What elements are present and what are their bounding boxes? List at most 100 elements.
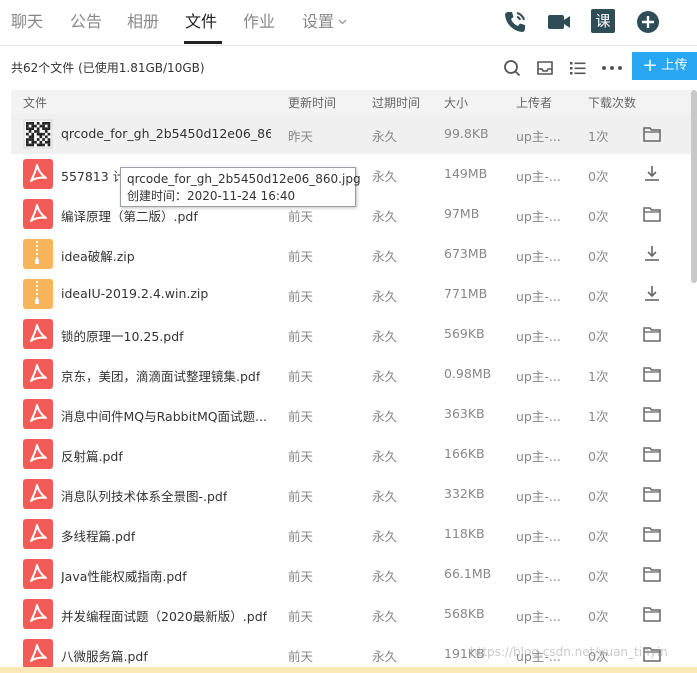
file-expires: 永久 (372, 289, 398, 304)
file-download-count: 0次 (588, 289, 609, 304)
file-updated: 前天 (288, 289, 314, 304)
file-name: 锁的原理一10.25.pdf (61, 329, 184, 344)
phone-icon[interactable] (502, 9, 528, 35)
storage-summary: 共62个文件 (已使用1.81GB/10GB) (11, 61, 205, 75)
pdf-file-icon (23, 479, 53, 509)
file-updated: 前天 (288, 489, 314, 504)
pdf-file-icon (23, 559, 53, 589)
tab-album[interactable]: 相册 (127, 11, 159, 33)
file-name: 并发编程面试题（2020最新版）.pdf (61, 609, 268, 624)
file-row[interactable]: ideaIU-2019.2.4.win.zip 前天 永久 771MB up主-... 0… (11, 274, 691, 314)
folder-icon[interactable] (642, 405, 662, 423)
file-row[interactable]: 消息队列技术体系全景图-.pdf 前天 永久 332KB up主-... 0次 (11, 474, 691, 514)
search-icon[interactable] (502, 58, 522, 78)
pdf-file-icon (23, 439, 53, 469)
zip-file-icon (23, 279, 53, 309)
file-row[interactable]: qrcode_for_gh_2b5450d12e06_86... 昨天 永久 99.8… (11, 114, 691, 154)
file-uploader: up主-... (516, 249, 561, 264)
download-icon[interactable] (642, 285, 662, 303)
file-updated: 前天 (288, 249, 314, 264)
tab-homework[interactable]: 作业 (243, 11, 275, 33)
file-download-count: 1次 (588, 129, 609, 144)
add-icon[interactable] (635, 9, 661, 35)
file-uploader: up主-... (516, 449, 561, 464)
pdf-file-icon (23, 359, 53, 389)
file-row[interactable]: 消息中间件MQ与RabbitMQ面试题... 前天 永久 363KB up主-... 1次 (11, 394, 691, 434)
folder-icon[interactable] (642, 605, 662, 623)
file-row[interactable]: 并发编程面试题（2020最新版）.pdf 前天 永久 568KB up主-... 0次 (11, 594, 691, 634)
file-uploader: up主-... (516, 289, 561, 304)
folder-icon[interactable] (642, 565, 662, 583)
download-icon[interactable] (642, 245, 662, 263)
tab-settings[interactable]: 设置 (302, 11, 347, 33)
file-size: 149MB (444, 166, 488, 181)
course-icon[interactable]: 课 (591, 9, 615, 33)
tab-files[interactable]: 文件 (185, 11, 217, 33)
file-size: 568KB (444, 606, 485, 621)
pdf-file-icon (23, 199, 53, 229)
file-row[interactable]: 京东，美团，滴滴面试整理镜集.pdf 前天 永久 0.98MB up主-... 1次 (11, 354, 691, 394)
file-updated: 昨天 (288, 129, 314, 144)
list-view-icon[interactable] (568, 58, 588, 78)
file-expires: 永久 (372, 609, 398, 624)
folder-icon[interactable] (642, 485, 662, 503)
top-tab-bar: 聊天 公告 相册 文件 作业 设置 课 (0, 0, 697, 46)
folder-icon[interactable] (642, 125, 662, 143)
folder-icon[interactable] (642, 445, 662, 463)
inbox-icon[interactable] (535, 58, 555, 78)
file-size: 66.1MB (444, 566, 492, 581)
file-download-count: 0次 (588, 329, 609, 344)
upload-button[interactable]: + 上传 (632, 52, 697, 80)
file-size: 673MB (444, 246, 488, 261)
file-name: 编译原理（第二版）.pdf (61, 209, 198, 224)
folder-icon[interactable] (642, 325, 662, 343)
tooltip-filename: qrcode_for_gh_2b5450d12e06_860.jpg (127, 172, 361, 186)
file-download-count: 1次 (588, 409, 609, 424)
file-expires: 永久 (372, 369, 398, 384)
file-toolbar: 共62个文件 (已使用1.81GB/10GB) + 上传 (0, 46, 697, 90)
file-expires: 永久 (372, 329, 398, 344)
pdf-file-icon (23, 159, 53, 189)
folder-icon[interactable] (642, 365, 662, 383)
more-icon[interactable] (601, 58, 623, 78)
tab-announcement[interactable]: 公告 (70, 11, 102, 33)
file-uploader: up主-... (516, 489, 561, 504)
file-row[interactable]: Java性能权威指南.pdf 前天 永久 66.1MB up主-... 0次 (11, 554, 691, 594)
download-icon[interactable] (642, 165, 662, 183)
col-header-name[interactable]: 文件 (23, 94, 47, 111)
file-expires: 永久 (372, 449, 398, 464)
col-header-downloads[interactable]: 下载次数 (588, 94, 636, 111)
tab-chat[interactable]: 聊天 (11, 11, 43, 33)
file-name: idea破解.zip (61, 249, 135, 264)
file-updated: 前天 (288, 569, 314, 584)
file-row[interactable]: idea破解.zip 前天 永久 673MB up主-... 0次 (11, 234, 691, 274)
file-expires: 永久 (372, 529, 398, 544)
file-uploader: up主-... (516, 569, 561, 584)
file-row[interactable]: 锁的原理一10.25.pdf 前天 永久 569KB up主-... 0次 (11, 314, 691, 354)
file-name: 八微服务篇.pdf (61, 649, 148, 664)
folder-icon[interactable] (642, 205, 662, 223)
file-size: 771MB (444, 286, 488, 301)
file-row[interactable]: 反射篇.pdf 前天 永久 166KB up主-... 0次 (11, 434, 691, 474)
folder-icon[interactable] (642, 525, 662, 543)
file-updated: 前天 (288, 649, 314, 664)
video-icon[interactable] (546, 9, 572, 35)
file-name: 多线程篇.pdf (61, 529, 136, 544)
col-header-uploader[interactable]: 上传者 (516, 94, 552, 111)
file-updated: 前天 (288, 529, 314, 544)
file-name: 京东，美团，滴滴面试整理镜集.pdf (61, 369, 261, 384)
file-size: 569KB (444, 326, 485, 341)
file-size: 332KB (444, 486, 485, 501)
file-download-count: 0次 (588, 529, 609, 544)
file-download-count: 0次 (588, 249, 609, 264)
file-row[interactable]: 多线程篇.pdf 前天 永久 118KB up主-... 0次 (11, 514, 691, 554)
pdf-file-icon (23, 319, 53, 349)
file-uploader: up主-... (516, 209, 561, 224)
pdf-file-icon (23, 599, 53, 629)
scrollbar[interactable] (691, 90, 697, 283)
col-header-expires[interactable]: 过期时间 (372, 94, 420, 111)
col-header-size[interactable]: 大小 (444, 94, 468, 111)
col-header-updated[interactable]: 更新时间 (288, 94, 336, 111)
file-expires: 永久 (372, 129, 398, 144)
file-uploader: up主-... (516, 169, 561, 184)
